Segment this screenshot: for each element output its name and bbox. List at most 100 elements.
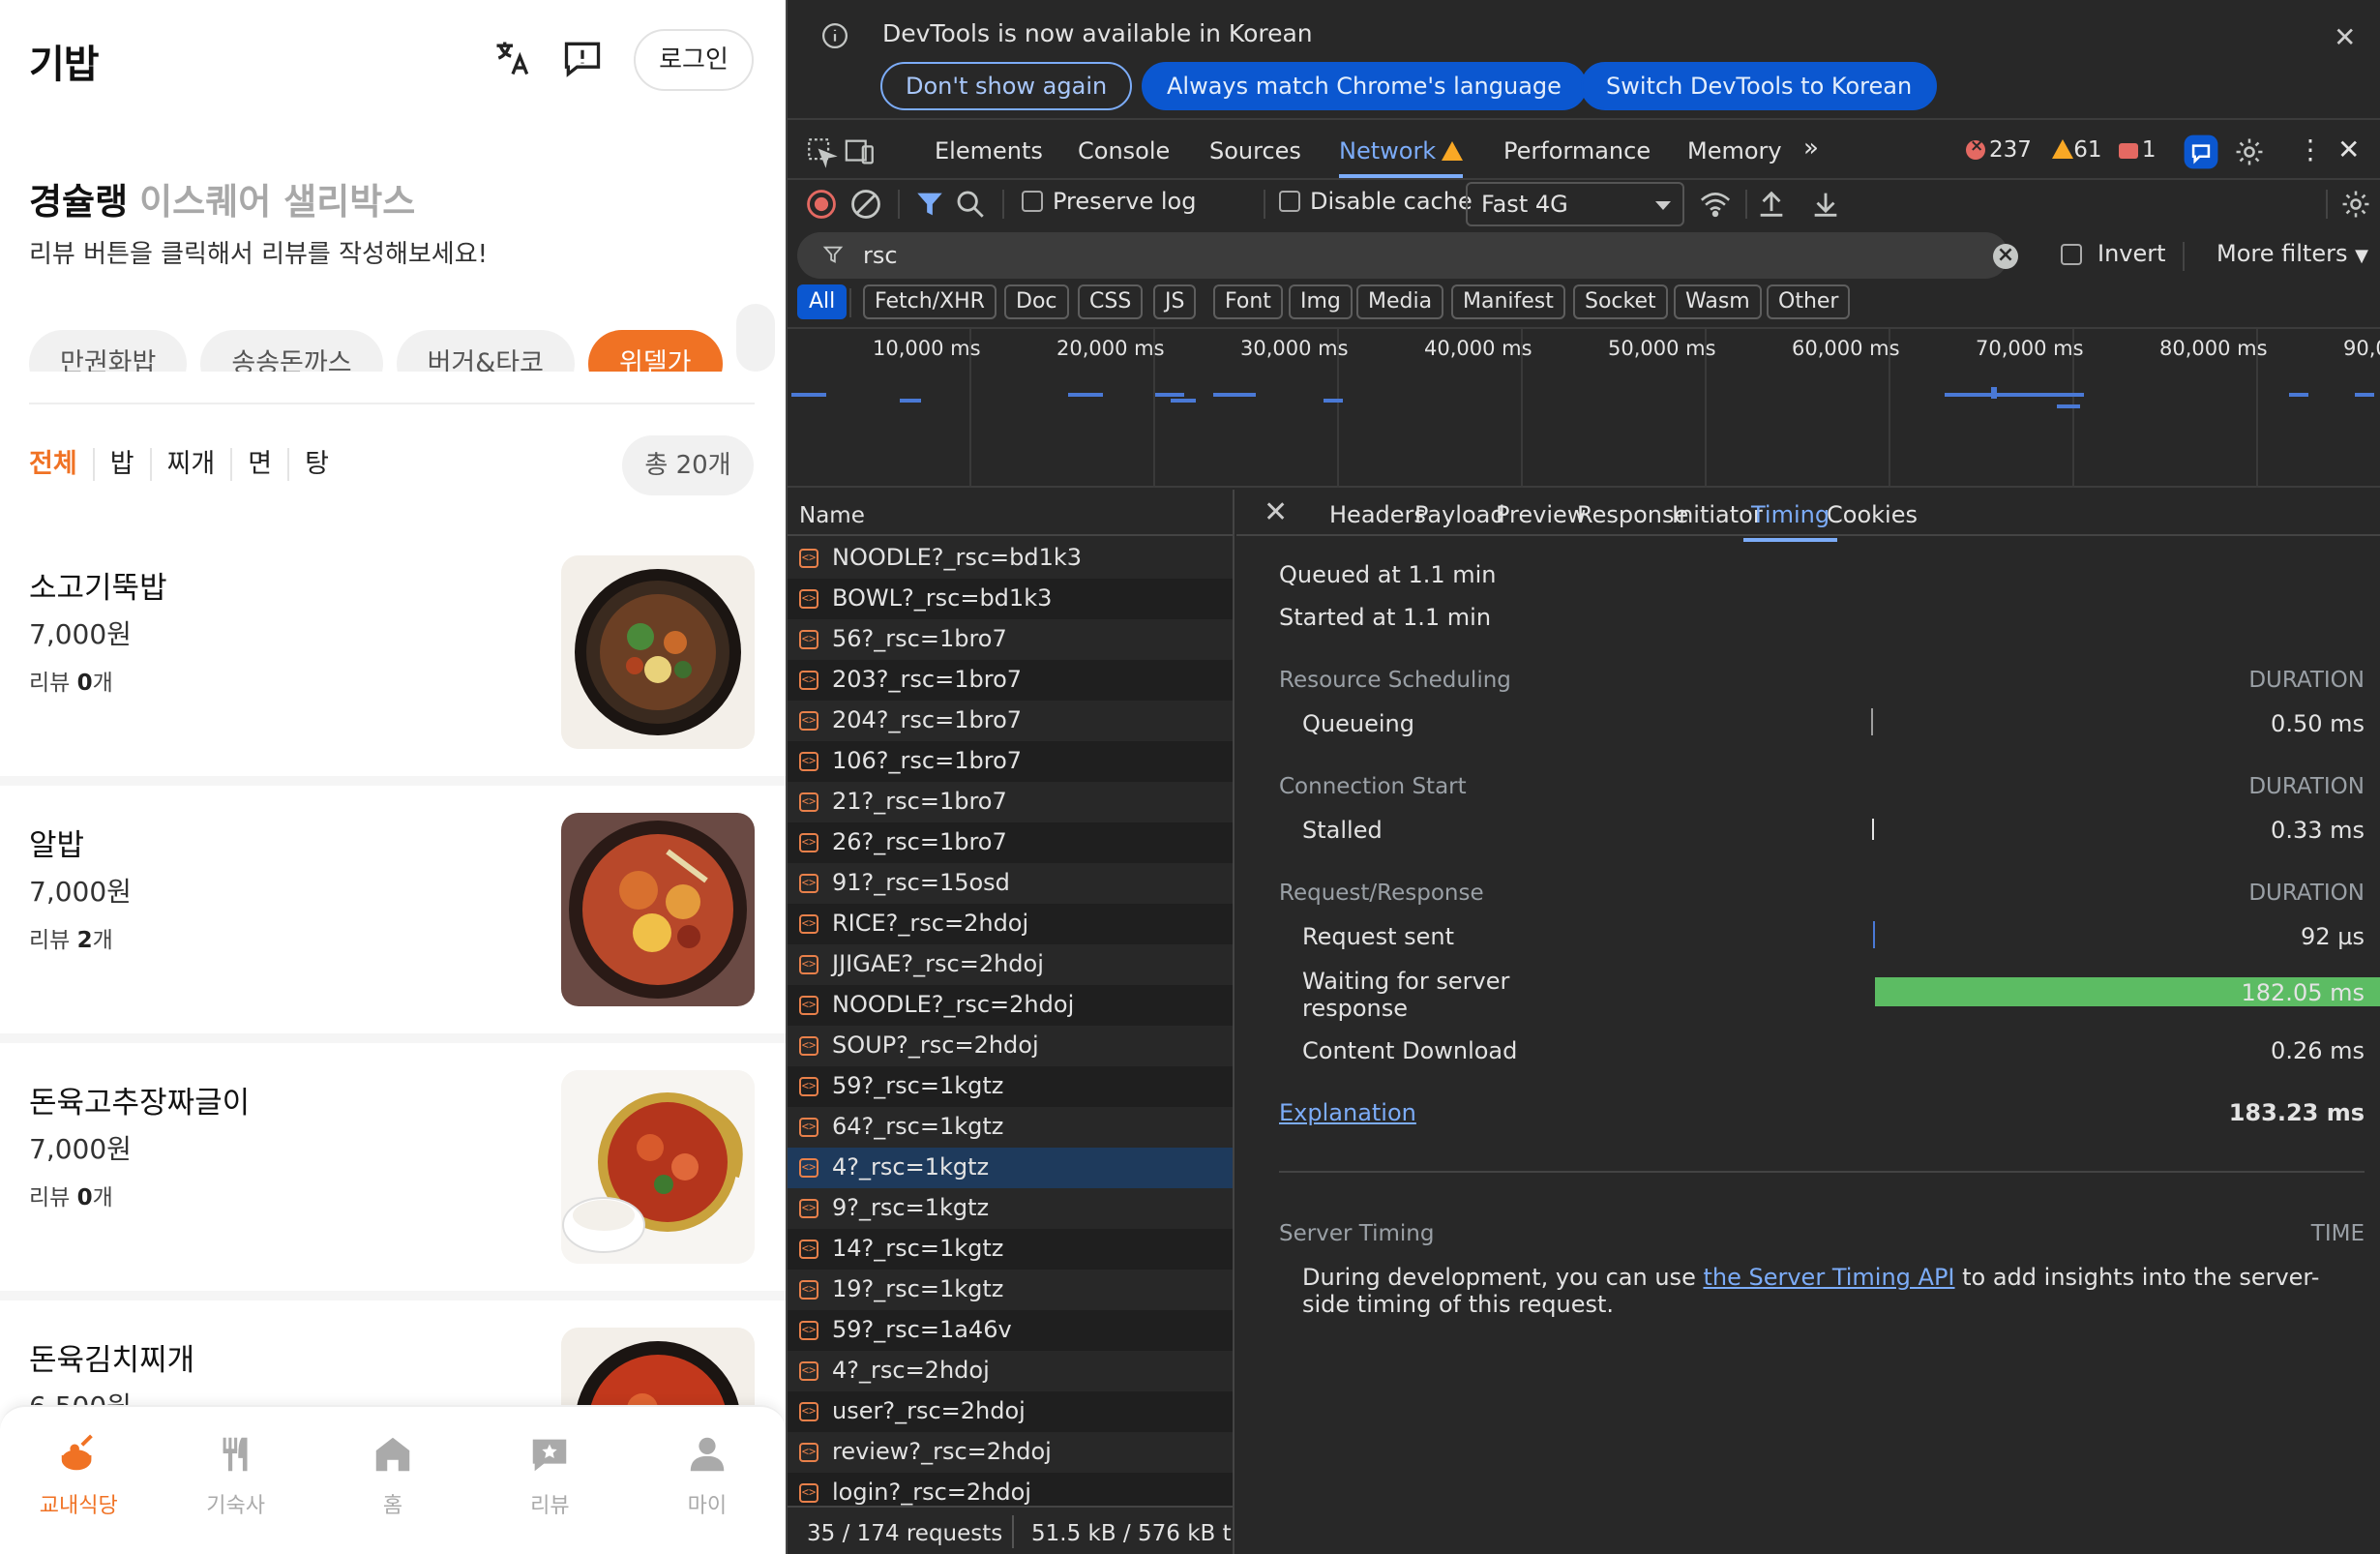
filter-input[interactable]: rsc ×	[797, 232, 2018, 279]
menu-review-count[interactable]: 리뷰 2개	[29, 921, 113, 954]
type-filter-doc[interactable]: Doc	[1004, 284, 1069, 319]
report-icon[interactable]	[561, 37, 604, 79]
search-icon[interactable]	[954, 188, 987, 221]
request-row[interactable]: <> 4?_rsc=1kgtz	[788, 1148, 1233, 1188]
tab-timing[interactable]: Timing	[1742, 501, 1838, 542]
menu-item[interactable]: 알밥 7,000원 리뷰 2개	[0, 786, 786, 1043]
menu-review-count[interactable]: 리뷰 0개	[29, 664, 113, 697]
login-button[interactable]: 로그인	[634, 29, 754, 91]
request-row[interactable]: <> NOODLE?_rsc=bd1k3	[788, 538, 1233, 579]
tab-initiator[interactable]: Initiator	[1672, 501, 1763, 528]
request-row[interactable]: <> user?_rsc=2hdoj	[788, 1391, 1233, 1432]
request-row[interactable]: <> SOUP?_rsc=2hdoj	[788, 1026, 1233, 1066]
menu-item[interactable]: 소고기뚝밥 7,000원 리뷰 0개	[0, 528, 786, 786]
category-tab-noodle[interactable]: 면	[230, 448, 287, 481]
preserve-log-checkbox[interactable]	[1022, 191, 1043, 212]
type-filter-media[interactable]: Media	[1356, 284, 1444, 319]
type-filter-fetch[interactable]: Fetch/XHR	[863, 284, 997, 319]
network-conditions-icon[interactable]	[1699, 188, 1732, 221]
request-row[interactable]: <> JJIGAE?_rsc=2hdoj	[788, 944, 1233, 985]
match-language-button[interactable]: Always match Chrome's language	[1142, 62, 1587, 110]
request-row[interactable]: <> 64?_rsc=1kgtz	[788, 1107, 1233, 1148]
dont-show-again-button[interactable]: Don't show again	[880, 62, 1133, 110]
menu-review-count[interactable]: 리뷰 0개	[29, 1179, 113, 1211]
type-filter-css[interactable]: CSS	[1078, 284, 1144, 319]
tab-memory[interactable]: Memory	[1687, 137, 1782, 164]
more-tabs-icon[interactable]: »	[1803, 134, 1819, 163]
nav-cafeteria[interactable]: 교내식당	[0, 1407, 157, 1554]
device-toolbar-icon[interactable]	[844, 135, 877, 168]
translate-icon[interactable]	[491, 37, 534, 79]
request-row[interactable]: <> 59?_rsc=1a46v	[788, 1310, 1233, 1351]
tab-preview[interactable]: Preview	[1496, 501, 1586, 528]
request-row[interactable]: <> 21?_rsc=1bro7	[788, 782, 1233, 822]
restaurant-chip-partial[interactable]	[735, 304, 775, 372]
category-tab-all[interactable]: 전체	[29, 448, 93, 481]
request-row[interactable]: <> 14?_rsc=1kgtz	[788, 1229, 1233, 1270]
server-timing-api-link[interactable]: the Server Timing API	[1703, 1264, 1954, 1291]
switch-korean-button[interactable]: Switch DevTools to Korean	[1581, 62, 1938, 110]
tab-headers[interactable]: Headers	[1329, 501, 1426, 528]
throttling-select[interactable]: Fast 4G	[1466, 182, 1684, 226]
restaurant-chip-active[interactable]: 위델가	[588, 330, 723, 372]
inspect-element-icon[interactable]	[805, 135, 838, 168]
network-overview-timeline[interactable]: 10,000 ms 20,000 ms 30,000 ms 40,000 ms …	[788, 327, 2380, 488]
clear-filter-icon[interactable]: ×	[1993, 244, 2018, 269]
request-row[interactable]: <> 203?_rsc=1bro7	[788, 660, 1233, 701]
close-icon[interactable]: ✕	[1264, 495, 1288, 529]
stop-recording-icon[interactable]	[805, 188, 838, 221]
request-row[interactable]: <> 4?_rsc=2hdoj	[788, 1351, 1233, 1391]
name-column-header[interactable]: Name	[788, 490, 1233, 536]
request-row[interactable]: <> 91?_rsc=15osd	[788, 863, 1233, 904]
type-filter-socket[interactable]: Socket	[1573, 284, 1668, 319]
invert-checkbox[interactable]	[2061, 244, 2082, 265]
restaurant-chip[interactable]: 만권화밥	[29, 330, 188, 372]
explanation-link[interactable]: Explanation	[1279, 1099, 1416, 1126]
issue-counters[interactable]: 237 61 1	[1966, 136, 2156, 163]
type-filter-font[interactable]: Font	[1213, 284, 1283, 319]
category-tab-soup[interactable]: 탕	[287, 448, 344, 481]
nav-my[interactable]: 마이	[629, 1407, 786, 1554]
restaurant-chip[interactable]: 송송돈까스	[200, 330, 383, 372]
more-filters-dropdown[interactable]: More filters ▼	[2216, 240, 2368, 267]
ai-assistance-icon[interactable]	[2183, 134, 2219, 170]
request-row[interactable]: <> 56?_rsc=1bro7	[788, 619, 1233, 660]
settings-gear-icon[interactable]	[2233, 135, 2266, 168]
import-har-icon[interactable]	[1755, 188, 1788, 221]
export-har-icon[interactable]	[1809, 188, 1842, 221]
close-devtools-icon[interactable]: ✕	[2337, 134, 2360, 165]
close-icon[interactable]: ✕	[2334, 21, 2356, 53]
restaurant-chip[interactable]: 버거&타코	[396, 330, 575, 372]
tab-cookies[interactable]: Cookies	[1827, 501, 1918, 528]
tab-payload[interactable]: Payload	[1414, 501, 1505, 528]
request-row[interactable]: <> 9?_rsc=1kgtz	[788, 1188, 1233, 1229]
request-row[interactable]: <> 106?_rsc=1bro7	[788, 741, 1233, 782]
type-filter-manifest[interactable]: Manifest	[1451, 284, 1565, 319]
nav-dormitory[interactable]: 기숙사	[157, 1407, 313, 1554]
type-filter-all[interactable]: All	[797, 284, 848, 319]
request-row[interactable]: <> 19?_rsc=1kgtz	[788, 1270, 1233, 1310]
request-row[interactable]: <> review?_rsc=2hdoj	[788, 1432, 1233, 1473]
nav-home[interactable]: 홈	[314, 1407, 471, 1554]
category-tab-rice[interactable]: 밥	[92, 448, 150, 481]
type-filter-js[interactable]: JS	[1153, 284, 1197, 319]
type-filter-img[interactable]: Img	[1289, 284, 1353, 319]
menu-item[interactable]: 돈육고추장짜글이 7,000원 리뷰 0개	[0, 1043, 786, 1300]
nav-review[interactable]: 리뷰	[471, 1407, 628, 1554]
tab-elements[interactable]: Elements	[935, 137, 1043, 164]
request-row[interactable]: <> 59?_rsc=1kgtz	[788, 1066, 1233, 1107]
tab-network[interactable]: Network	[1339, 137, 1464, 178]
type-filter-other[interactable]: Other	[1767, 284, 1851, 319]
request-row[interactable]: <> NOODLE?_rsc=2hdoj	[788, 985, 1233, 1026]
tab-console[interactable]: Console	[1078, 137, 1170, 164]
type-filter-wasm[interactable]: Wasm	[1674, 284, 1762, 319]
request-row[interactable]: <> 204?_rsc=1bro7	[788, 701, 1233, 741]
clear-icon[interactable]	[849, 188, 882, 221]
tab-sources[interactable]: Sources	[1209, 137, 1301, 164]
disable-cache-checkbox[interactable]	[1279, 191, 1300, 212]
app-logo[interactable]: 기밥	[29, 33, 100, 89]
request-row[interactable]: <> RICE?_rsc=2hdoj	[788, 904, 1233, 944]
request-row[interactable]: <> BOWL?_rsc=bd1k3	[788, 579, 1233, 619]
tab-performance[interactable]: Performance	[1503, 137, 1651, 164]
network-settings-gear-icon[interactable]	[2339, 188, 2372, 221]
